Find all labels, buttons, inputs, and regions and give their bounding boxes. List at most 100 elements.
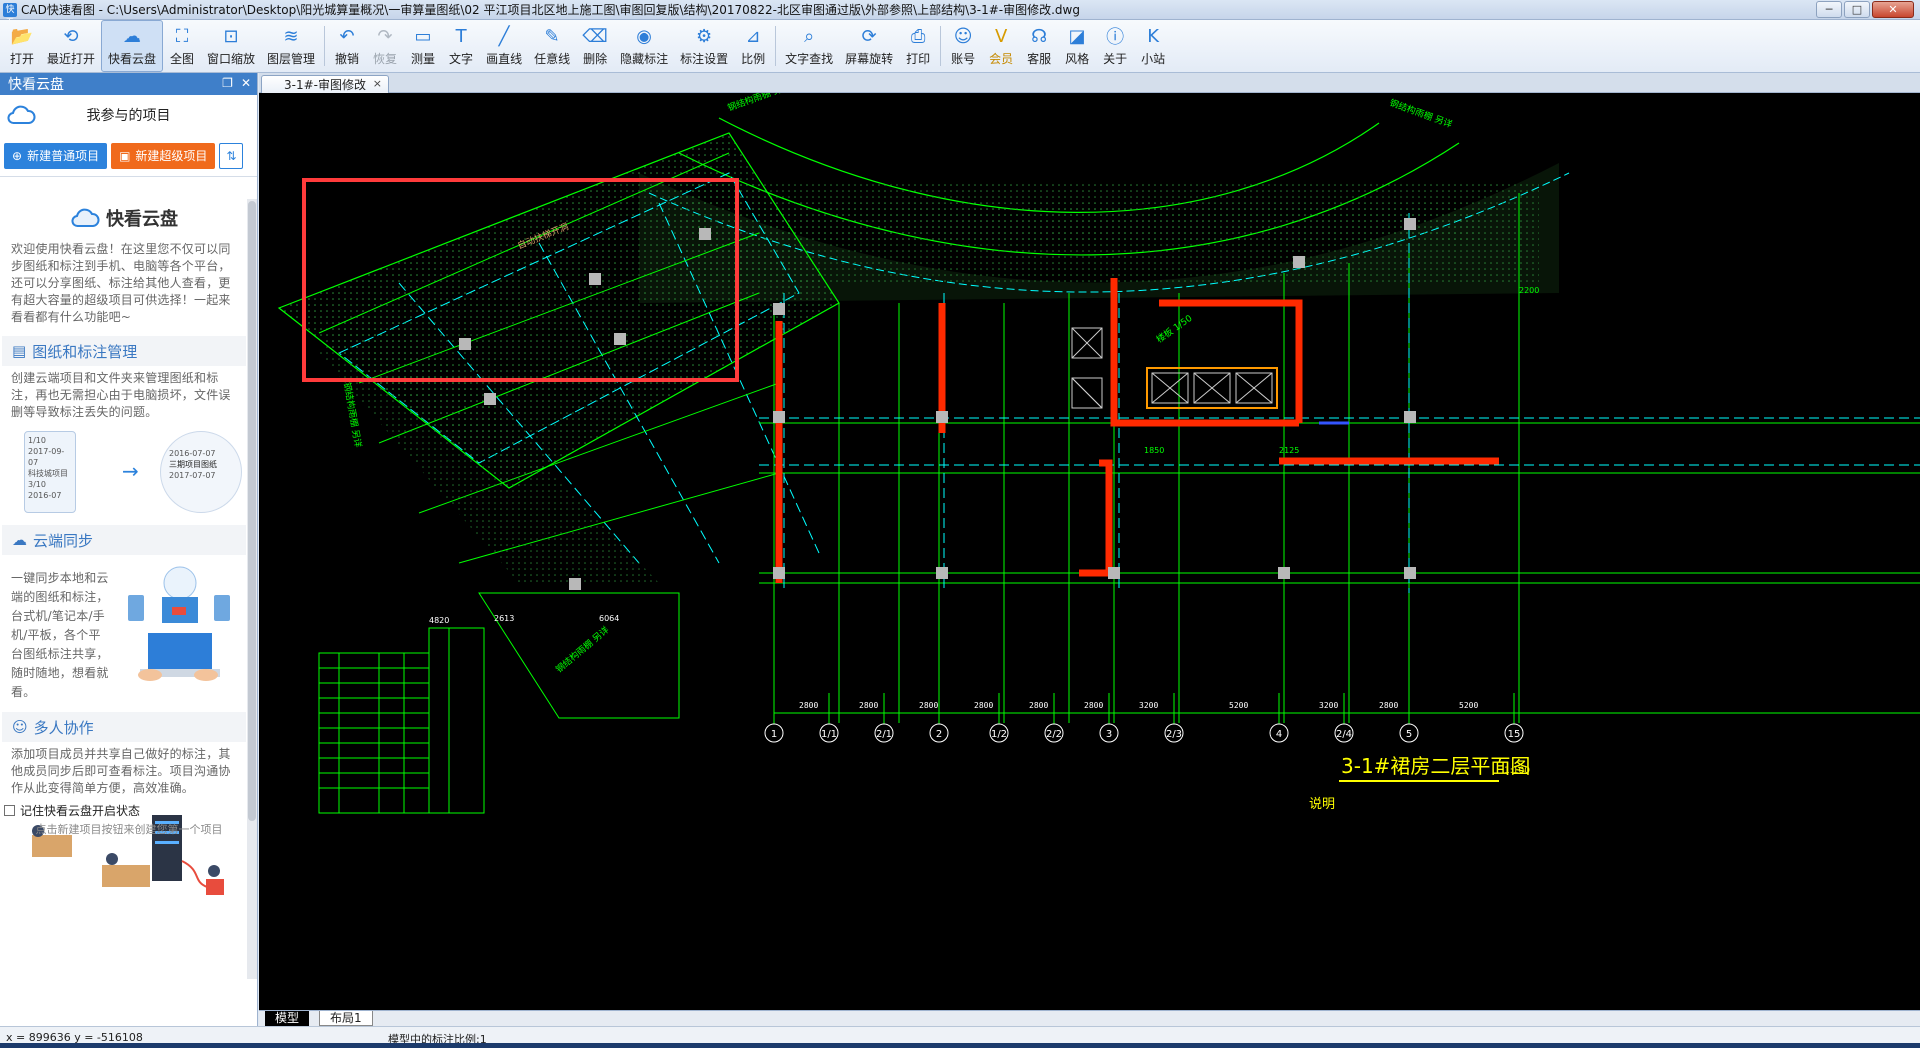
text-icon: T: [455, 25, 467, 47]
cloud-logo-icon: [71, 208, 100, 227]
style-label: 风格: [1065, 52, 1090, 66]
redo-button[interactable]: ↷ 恢复: [366, 20, 404, 72]
cloud-button[interactable]: ☁ 快看云盘: [101, 20, 164, 72]
dim-2125: 2125: [1279, 446, 1299, 455]
dim-5: 2800: [1029, 701, 1048, 710]
open-label: 打开: [9, 52, 34, 66]
ratio-button[interactable]: ⊿ 比例: [734, 20, 772, 72]
slab-label: 楼板 1/50: [1154, 312, 1195, 346]
text-button[interactable]: T 文字: [442, 20, 480, 72]
document-tab-label: 3-1#-审图修改: [284, 78, 366, 92]
search-text-icon: ⌕: [804, 25, 815, 47]
line-label: 画直线: [486, 52, 523, 66]
scrollbar-thumb[interactable]: [248, 201, 256, 821]
cloud-sync-icon: ☁: [12, 531, 27, 549]
layout-tab-bar: 模型 布局1: [259, 1010, 1920, 1026]
section-title: 多人协作: [33, 718, 94, 737]
annoset-button[interactable]: ⚙ 标注设置: [674, 20, 734, 72]
axis-label: 1/1: [821, 729, 837, 740]
close-panel-icon[interactable]: ✕: [241, 76, 251, 90]
erase-label: 删除: [583, 52, 608, 66]
dim-6: 2800: [1084, 701, 1103, 710]
main-toolbar: 📂 打开 ⟲ 最近打开 ☁ 快看云盘 ⛶ 全图 ⊡ 窗口缩放 ≋ 图层管理 ↶ 撤销 ↷ 恢复 ▭ 测量 T 文字 ╱ 画…: [0, 20, 1920, 73]
model-tab[interactable]: 模型: [265, 1011, 310, 1026]
station-label: 小站: [1141, 52, 1166, 66]
open-button[interactable]: 📂 打开: [3, 20, 41, 72]
folder-icon: 📂: [10, 25, 34, 47]
about-button[interactable]: ⓘ 关于: [1096, 20, 1134, 72]
side-panel-scrollbar[interactable]: [247, 199, 257, 979]
rotate-icon: ⟳: [861, 25, 877, 47]
close-tab-icon[interactable]: ×: [373, 77, 382, 90]
side-panel-title: 快看云盘: [8, 77, 64, 93]
close-window-button[interactable]: ✕: [1872, 1, 1914, 18]
checkbox-box[interactable]: [4, 805, 15, 816]
hide-button[interactable]: ◉ 隐藏标注: [614, 20, 674, 72]
phone-card: 1/10 2017-09-07 科技城项目 3/10 2016-07: [24, 431, 76, 513]
minimize-button[interactable]: ─: [1816, 1, 1842, 18]
station-button[interactable]: K 小站: [1134, 20, 1172, 72]
rotate-button[interactable]: ⟳ 屏幕旋转: [839, 20, 899, 72]
recent-button[interactable]: ⟲ 最近打开: [41, 20, 101, 72]
service-label: 客服: [1027, 52, 1052, 66]
remember-label: 记住快看云盘开启状态: [20, 804, 141, 818]
plus-circle-icon: ⊕: [12, 148, 23, 163]
axis-label: 2/4: [1336, 729, 1352, 740]
print-button[interactable]: ⎙ 打印: [899, 20, 937, 72]
dim-11: 5200: [1459, 701, 1478, 710]
section-cloud-sync: ☁ 云端同步: [2, 525, 246, 555]
drawing-canvas[interactable]: 自动扶梯开洞 钢结构雨棚 另详 钢结构雨棚 另详 钢结构雨棚 另详 钢结构雨棚 …: [259, 93, 1920, 1010]
fit-button[interactable]: ⛶ 全图: [163, 20, 201, 72]
account-button[interactable]: ☺ 账号: [944, 20, 982, 72]
axis-label: 1/2: [991, 729, 1007, 740]
service-button[interactable]: ☊ 客服: [1020, 20, 1058, 72]
layout1-tab[interactable]: 布局1: [319, 1011, 373, 1026]
eraser-icon: ⌫: [582, 25, 608, 47]
my-projects-row[interactable]: 我参与的项目: [0, 95, 257, 135]
layers-button[interactable]: ≋ 图层管理: [261, 20, 321, 72]
measure-label: 测量: [411, 52, 436, 66]
document-icon: ▤: [12, 342, 27, 360]
devices-illustration: [128, 566, 230, 681]
maximize-button[interactable]: □: [1844, 1, 1870, 18]
line-button[interactable]: ╱ 画直线: [480, 20, 528, 72]
side-panel-footer: 记住快看云盘开启状态 点击新建项目按钮来创建您第一个项目: [0, 797, 258, 837]
undo-button[interactable]: ↶ 撤销: [328, 20, 366, 72]
cad-drawing[interactable]: 自动扶梯开洞 钢结构雨棚 另详 钢结构雨棚 另详 钢结构雨棚 另详 钢结构雨棚 …: [259, 93, 1920, 1010]
new-normal-project-button[interactable]: ⊕ 新建普通项目: [4, 142, 108, 169]
document-tab[interactable]: 3-1#-审图修改 ×: [261, 75, 389, 93]
drawing-scale: 1:100: [1504, 766, 1530, 776]
findtext-button[interactable]: ⌕ 文字查找: [779, 20, 839, 72]
freeline-button[interactable]: ✎ 任意线: [528, 20, 576, 72]
sync-icon[interactable]: ⇅: [219, 142, 244, 169]
vip-button[interactable]: V 会员: [982, 20, 1020, 72]
cloud-icon: [7, 105, 36, 124]
undo-icon: ↶: [339, 25, 355, 47]
style-button[interactable]: ◪ 风格: [1058, 20, 1096, 72]
zoomwin-button[interactable]: ⊡ 窗口缩放: [201, 20, 261, 72]
folder-circle: 2016-07-07 三期项目图纸 2017-07-07: [160, 431, 242, 513]
restore-panel-icon[interactable]: ❐: [222, 76, 233, 90]
window-title: CAD快速看图 - C:\Users\Administrator\Desktop…: [21, 3, 1080, 17]
layers-icon: ≋: [283, 25, 299, 47]
remember-checkbox[interactable]: 记住快看云盘开启状态: [4, 802, 140, 819]
toolbar-separator: [940, 26, 942, 66]
line-icon: ╱: [498, 25, 510, 47]
dim-2: 2800: [859, 701, 878, 710]
erase-button[interactable]: ⌫ 删除: [576, 20, 614, 72]
measure-button[interactable]: ▭ 测量: [404, 20, 442, 72]
toolbar-separator: [775, 26, 777, 66]
dim-1850: 1850: [1144, 446, 1164, 455]
cloud-icon: ☁: [123, 25, 142, 47]
layers-label: 图层管理: [267, 52, 316, 66]
cad-label-canopy-2: 钢结构雨棚 另详: [1388, 97, 1454, 131]
printer-icon: ⎙: [910, 25, 926, 47]
new-super-project-button[interactable]: ▣ 新建超级项目: [111, 142, 216, 169]
dim-2200: 2200: [1519, 286, 1539, 295]
section-drawing-management: ▤ 图纸和标注管理: [2, 336, 246, 366]
window-controls: ─ □ ✕: [1816, 1, 1914, 18]
annoset-label: 标注设置: [680, 52, 729, 66]
intro-text: 欢迎使用快看云盘！在这里您不仅可以同步图纸和标注到手机、电脑等各个平台，还可以分…: [11, 242, 231, 324]
info-icon: ⓘ: [1106, 27, 1125, 48]
k-icon: K: [1147, 25, 1160, 47]
